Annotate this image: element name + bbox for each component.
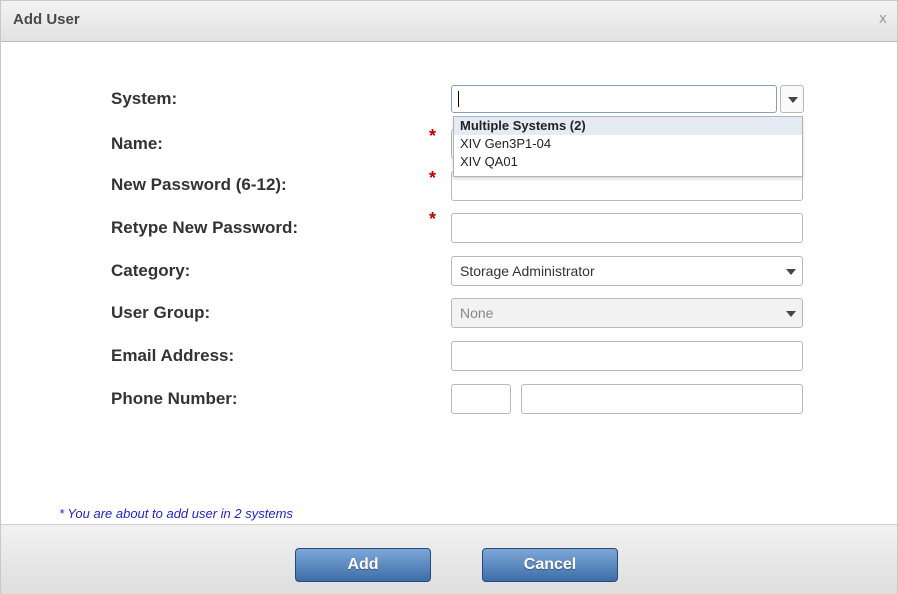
required-marker: * (429, 126, 437, 146)
phone-number-field[interactable] (521, 384, 803, 414)
phone-area-code-field[interactable] (451, 384, 511, 414)
chevron-down-icon (786, 269, 796, 275)
required-marker: * (429, 209, 437, 229)
dropdown-option-xiv-gen3p1-04[interactable]: XIV Gen3P1-04 (454, 135, 802, 153)
system-dropdown-list: Multiple Systems (2) XIV Gen3P1-04 XIV Q… (453, 116, 803, 177)
user-group-value: None (460, 305, 494, 321)
cancel-button[interactable]: Cancel (482, 548, 618, 582)
chevron-down-icon (786, 311, 796, 317)
system-label: System: (111, 89, 178, 108)
email-label: Email Address: (111, 346, 235, 365)
name-label: Name: (111, 134, 163, 153)
category-select[interactable]: Storage Administrator (451, 256, 803, 286)
multi-system-footnote: * You are about to add user in 2 systems (59, 506, 293, 521)
required-marker: * (429, 168, 437, 188)
retype-password-field[interactable] (451, 213, 803, 243)
retype-password-label: Retype New Password: (111, 218, 299, 237)
dialog-footer: Add Cancel (1, 524, 897, 594)
dropdown-option-xiv-qa01[interactable]: XIV QA01 (454, 153, 802, 171)
user-group-label: User Group: (111, 303, 211, 322)
user-group-select[interactable]: None (451, 298, 803, 328)
system-dropdown-button[interactable] (780, 85, 804, 113)
phone-label: Phone Number: (111, 389, 238, 408)
system-combobox-input[interactable] (451, 85, 777, 113)
dialog-titlebar: Add User x (1, 1, 897, 42)
new-password-label: New Password (6-12): (111, 175, 287, 194)
category-value: Storage Administrator (460, 263, 595, 279)
add-user-dialog: Add User x System: Multiple Systems (2) … (0, 0, 898, 594)
chevron-down-icon (788, 97, 798, 103)
category-label: Category: (111, 261, 191, 280)
close-icon[interactable]: x (879, 11, 887, 27)
text-caret (458, 91, 459, 107)
dialog-title: Add User (13, 11, 80, 28)
add-button[interactable]: Add (295, 548, 431, 582)
email-field[interactable] (451, 341, 803, 371)
dropdown-option-multiple-systems[interactable]: Multiple Systems (2) (454, 117, 802, 135)
